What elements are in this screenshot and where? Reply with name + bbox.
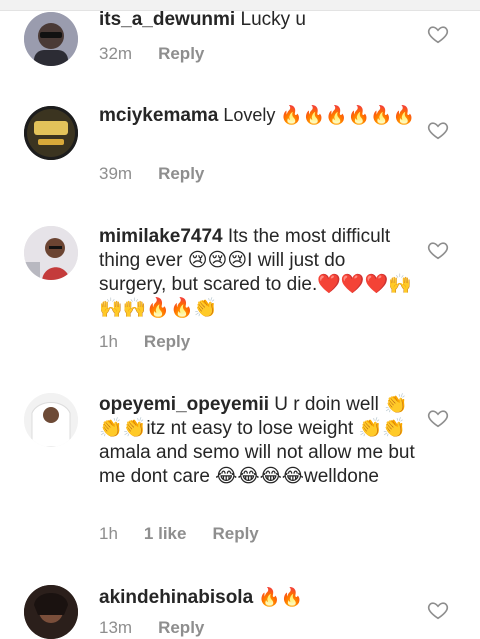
comment-username[interactable]: mimilake7474 bbox=[99, 226, 223, 247]
comment-meta: 32m Reply bbox=[99, 44, 230, 64]
avatar-white-outfit-icon bbox=[24, 393, 78, 447]
comment-time: 13m bbox=[99, 618, 133, 637]
comment-text-block: akindehinabisola 🔥🔥 bbox=[99, 586, 415, 610]
comment-text-block: opeyemi_opeyemii U r doin well 👏👏👏itz nt… bbox=[99, 393, 415, 489]
reply-button[interactable]: Reply bbox=[158, 44, 204, 63]
avatar-woman-icon bbox=[24, 226, 78, 280]
comment-meta: 39m Reply bbox=[99, 164, 230, 184]
avatar[interactable] bbox=[24, 585, 78, 639]
comment-username[interactable]: opeyemi_opeyemii bbox=[99, 394, 269, 415]
comment-time: 32m bbox=[99, 44, 133, 63]
comment-text: Lucky u bbox=[235, 9, 306, 30]
avatar[interactable] bbox=[24, 12, 78, 66]
avatar-brand-logo-icon bbox=[24, 106, 78, 160]
like-count[interactable]: 1 like bbox=[144, 524, 187, 543]
avatar-man-sunglasses-icon bbox=[24, 12, 78, 66]
avatar[interactable] bbox=[24, 393, 78, 447]
heart-icon[interactable] bbox=[427, 407, 449, 429]
comment-text-block: mimilake7474 Its the most difficult thin… bbox=[99, 225, 415, 321]
comment-time: 39m bbox=[99, 164, 133, 183]
comment-meta: 1h 1 like Reply bbox=[99, 524, 285, 544]
comment-username[interactable]: its_a_dewunmi bbox=[99, 9, 235, 30]
comment-time: 1h bbox=[99, 332, 118, 351]
heart-icon[interactable] bbox=[427, 239, 449, 261]
comment-username[interactable]: mciykemama bbox=[99, 105, 218, 126]
comment-time: 1h bbox=[99, 524, 118, 543]
avatar-woman-dark-icon bbox=[24, 585, 78, 639]
comment-text-block: mciykemama Lovely 🔥🔥🔥🔥🔥🔥 bbox=[99, 104, 415, 128]
reply-button[interactable]: Reply bbox=[158, 618, 204, 637]
comment-text: Lovely 🔥🔥🔥🔥🔥🔥 bbox=[218, 105, 415, 125]
avatar[interactable] bbox=[24, 106, 78, 160]
heart-icon[interactable] bbox=[427, 599, 449, 621]
comment-meta: 13m Reply bbox=[99, 618, 230, 638]
comment-text: 🔥🔥 bbox=[253, 587, 303, 607]
avatar[interactable] bbox=[24, 226, 78, 280]
comment-text-block: its_a_dewunmi Lucky u bbox=[99, 8, 415, 32]
reply-button[interactable]: Reply bbox=[158, 164, 204, 183]
reply-button[interactable]: Reply bbox=[144, 332, 190, 351]
comment-username[interactable]: akindehinabisola bbox=[99, 587, 253, 608]
heart-icon[interactable] bbox=[427, 119, 449, 141]
comment-meta: 1h Reply bbox=[99, 332, 216, 352]
heart-icon[interactable] bbox=[427, 23, 449, 45]
reply-button[interactable]: Reply bbox=[212, 524, 258, 543]
